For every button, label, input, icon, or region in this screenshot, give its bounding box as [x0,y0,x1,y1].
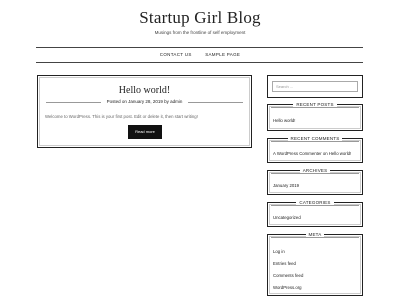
widget-title-recent-comments: RECENT COMMENTS [268,136,362,141]
nav-bottom-divider [36,62,363,63]
recent-post-link[interactable]: Hello world! [273,118,295,123]
widget-title-meta: META [268,232,362,237]
archives-widget: ARCHIVES January 2019 [267,168,363,195]
recent-posts-widget: RECENT POSTS Hello world! [267,102,363,131]
meta-divider-right [188,102,243,103]
widget-rule [271,237,359,238]
post-card: Hello world! Posted on January 28, 2019 … [37,75,252,148]
main-nav: CONTACT US SAMPLE PAGE [0,52,400,57]
site-description: Musings from the frontline of self emplo… [154,30,246,35]
post-title[interactable]: Hello world! [38,85,251,96]
recent-comments-widget: RECENT COMMENTS A WordPress Commenter on… [267,136,363,163]
widget-rule [271,141,359,142]
categories-widget: CATEGORIES Uncategorized [267,200,363,227]
site-title[interactable]: Startup Girl Blog [0,8,400,28]
nav-item-sample-page[interactable]: SAMPLE PAGE [205,52,240,57]
read-more-button[interactable]: Read more [128,125,162,139]
nav-item-contact-us[interactable]: CONTACT US [160,52,192,57]
meta-link-entries-feed[interactable]: Entries feed [273,261,296,266]
widget-rule [271,205,359,206]
category-link[interactable]: Uncategorized [273,215,301,220]
widget-title-archives: ARCHIVES [268,168,362,173]
widget-title-recent-posts: RECENT POSTS [268,102,362,107]
widget-title-categories: CATEGORIES [268,200,362,205]
archive-link[interactable]: January 2019 [273,183,299,188]
widget-rule [271,173,359,174]
recent-comment-entry[interactable]: A WordPress Commenter on Hello world! [273,151,351,156]
widget-rule [271,107,359,108]
nav-top-divider [36,47,363,48]
meta-widget: META Log in Entries feed Comments feed W… [267,232,363,296]
search-input[interactable]: Search ... [272,81,358,92]
meta-link-comments-feed[interactable]: Comments feed [273,273,303,278]
post-excerpt: Welcome to WordPress. This is your first… [45,114,198,119]
meta-link-wordpress-org[interactable]: WordPress.org [273,285,302,290]
search-widget: Search ... [267,75,363,98]
meta-link-login[interactable]: Log in [273,249,285,254]
